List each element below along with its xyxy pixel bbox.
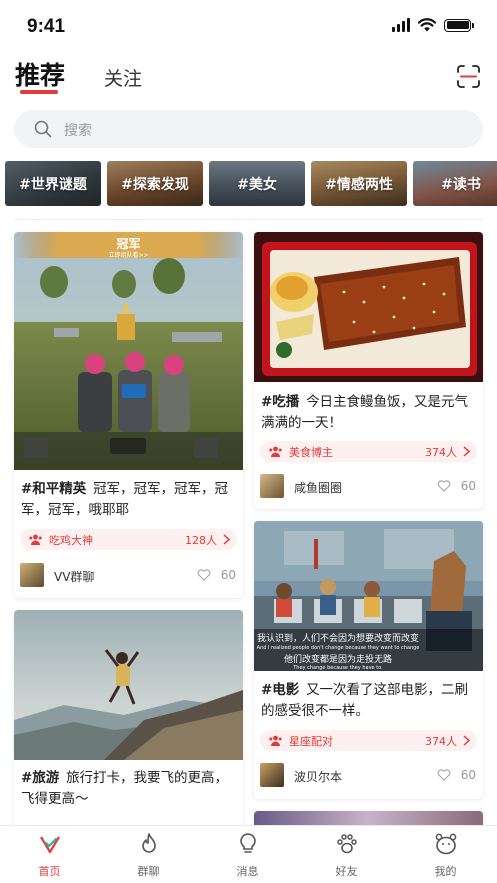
topic-label: #世界谜题 [19,177,87,193]
bear-face-icon [435,833,457,855]
group-name: 星座配对 [289,735,333,748]
home-icon [40,836,60,854]
author-name[interactable]: 咸鱼圈圈 [294,479,342,496]
topic-chip-world-puzzle[interactable]: #世界谜题 [5,161,101,206]
group-pill[interactable]: 美食博主 374人 [260,441,477,462]
tab-label: 群聊 [137,865,160,878]
tab-label: 好友 [335,865,358,878]
subtitle-line: They change because they have to. [292,665,383,671]
flame-icon [142,833,156,853]
like-count: 60 [460,768,476,782]
topic-label: #探索发现 [121,177,189,193]
game-screenshot-image: 冠军 立即组队看>> [14,232,243,470]
avatar[interactable] [260,763,284,787]
card-text: #吃播 今日主食鳗鱼饭，又是元气满满的一天！ [261,392,477,434]
author-name[interactable]: VV群聊 [54,568,94,585]
status-bar: 9:41 [0,0,497,54]
tab-recommend[interactable]: 推荐 [15,56,65,92]
topic-chip-explore[interactable]: #探索发现 [107,161,203,206]
topic-label: #读书 [441,177,481,193]
topic-chip-beauty[interactable]: #美女 [209,161,305,206]
feed-card[interactable]: #旅游 旅行打卡，我要飞的更高，飞得更高～ [14,610,243,840]
group-member-count: 128人 [185,534,217,547]
search-placeholder: 搜索 [64,123,92,139]
topic-label: #美女 [237,177,277,193]
divider [14,219,483,220]
people-icon [269,446,282,457]
active-tab-indicator [20,90,58,94]
card-tag[interactable]: #和平精英 [21,481,86,497]
card-tag[interactable]: #吃播 [261,394,299,410]
topic-chip-reading[interactable]: #读书 [413,161,497,206]
chevron-right-icon [463,446,470,457]
tab-home[interactable]: 首页 [0,826,99,883]
scan-icon[interactable] [456,64,481,89]
subtitle-line: And I realized people don't change becau… [257,645,420,651]
chevron-right-icon [463,735,470,746]
card-tag[interactable]: #旅游 [21,770,59,786]
battery-icon [444,18,474,32]
feed-card[interactable]: 冠军 立即组队看>> #和平精英 冠军，冠军，冠军，冠军，冠军，哦耶耶 吃鸡大神… [14,232,243,598]
search-icon [34,120,52,138]
wifi-icon [418,18,436,32]
travel-jump-image [14,610,243,760]
bottom-tab-bar: 首页 群聊 消息 好友 我的 [0,825,497,883]
topic-label: #情感两性 [325,177,393,193]
bulb-icon [240,833,256,853]
card-text: #电影 又一次看了这部电影，二刷的感受很不一样。 [261,680,477,722]
status-time: 9:41 [27,16,66,37]
heart-icon[interactable] [437,769,451,781]
status-icons [392,18,474,32]
tab-label: 消息 [236,865,259,878]
tab-friends[interactable]: 好友 [297,826,396,883]
like-count: 60 [460,479,476,493]
paw-icon [337,834,357,854]
tab-label: 首页 [38,865,61,878]
heart-icon[interactable] [437,480,451,492]
heart-icon[interactable] [197,569,211,581]
card-tag[interactable]: #电影 [261,682,299,698]
search-bar[interactable]: 搜索 [14,110,483,148]
tab-profile[interactable]: 我的 [396,826,495,883]
card-text: #旅游 旅行打卡，我要飞的更高，飞得更高～ [21,768,237,810]
subtitle-line: 他们改变都是因为走投无路 [284,653,392,665]
topic-chip-emotion[interactable]: #情感两性 [311,161,407,206]
feed-card[interactable]: 我认识到，人们不会因为想要改变而改变 And I realized people… [254,521,483,799]
tab-messages[interactable]: 消息 [198,826,297,883]
like-count: 60 [220,568,236,582]
top-tabs: 推荐 关注 [0,54,497,102]
banner-subtitle: 立即组队看>> [108,251,148,259]
tab-label: 我的 [434,865,457,878]
avatar[interactable] [20,563,44,587]
feed-card[interactable]: #吃播 今日主食鳗鱼饭，又是元气满满的一天！ 美食博主 374人 咸鱼圈圈 60 [254,232,483,509]
tab-follow[interactable]: 关注 [104,64,142,91]
group-member-count: 374人 [425,735,457,748]
group-name: 美食博主 [289,446,333,459]
people-icon [269,735,282,746]
people-icon [29,534,42,545]
group-name: 吃鸡大神 [49,534,93,547]
cellular-signal-icon [392,18,410,32]
tab-group-chat[interactable]: 群聊 [99,826,198,883]
group-pill[interactable]: 吃鸡大神 128人 [20,529,237,550]
topic-strip: #世界谜题 #探索发现 #美女 #情感两性 #读书 [0,161,497,207]
eel-rice-image [254,232,483,382]
subtitle-line: 我认识到，人们不会因为想要改变而改变 [257,632,419,644]
banner-title: 冠军 [116,236,140,251]
group-pill[interactable]: 星座配对 374人 [260,730,477,751]
movie-still-image: 我认识到，人们不会因为想要改变而改变 And I realized people… [254,521,483,671]
author-name[interactable]: 波贝尔本 [294,768,342,785]
card-text: #和平精英 冠军，冠军，冠军，冠军，冠军，哦耶耶 [21,479,237,521]
avatar[interactable] [260,474,284,498]
group-member-count: 374人 [425,446,457,459]
chevron-right-icon [223,534,230,545]
